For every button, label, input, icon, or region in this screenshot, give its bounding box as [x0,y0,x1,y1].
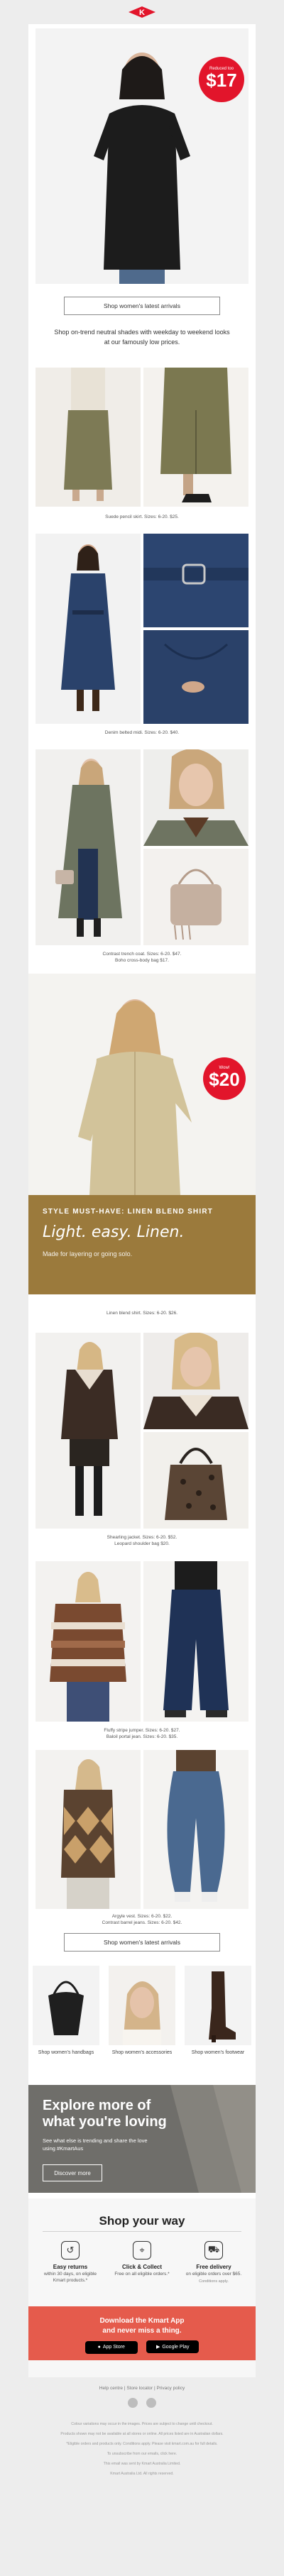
category-label: Shop women's handbags [38,2050,94,2055]
footer-links[interactable]: Help centre | Store locator | Privacy po… [0,2386,284,2391]
divider [43,2231,241,2232]
linen-kicker: STYLE MUST-HAVE: LINEN BLEND SHIRT [43,1208,214,1216]
skirt-caption: Suede pencil skirt. Sizes: 6-20. $25. [105,514,179,519]
trench-image-bag[interactable] [143,849,248,945]
shop-your-way-title: Shop your way [99,2214,185,2228]
kmart-logo[interactable]: K [126,4,158,20]
accessories-image [109,1966,175,2045]
midi-image-belt[interactable] [143,534,248,627]
email-page: K Reduced too $17 Shop women's latest ar… [0,0,284,2576]
leopard-bag-image[interactable] [143,1432,248,1529]
product-skirt-section: Suede pencil skirt. Sizes: 6-20. $25. [28,363,256,529]
google-play-button[interactable]: ▶ Google Play [146,2340,200,2353]
jumper-image-full[interactable] [36,1561,141,1722]
truck-icon: ⛟ [204,2241,223,2259]
shearling-image-closeup[interactable] [143,1333,248,1429]
trench-caption: Contrast trench coat. Sizes: 6-20. $47. … [102,952,182,964]
explore-description: See what else is trending and share the … [43,2137,148,2152]
trench-image-full[interactable] [36,749,141,945]
midi-caption: Denim belted midi. Sizes: 6-20. $40. [104,730,180,735]
service-free-delivery[interactable]: ⛟ Free delivery on eligible orders over … [182,2241,246,2284]
linen-headline: Light. easy. Linen. [43,1223,185,1241]
category-label: Shop women's accessories [111,2050,173,2055]
category-label: Shop women's footwear [191,2050,245,2055]
skirt-image-full[interactable] [36,368,141,507]
linen-description: Made for layering or going solo. [43,1250,133,1257]
service-easy-returns[interactable]: ↺ Easy returns within 30 days, on eligib… [38,2241,102,2284]
product-jumper-section: Fluffy stripe jumper. Sizes: 6-20. $27. … [28,1557,256,1746]
app-store-button[interactable]: ● App Store [84,2340,138,2354]
footer: Help centre | Store locator | Privacy po… [0,2386,284,2477]
reduced-price-badge: Reduced too $17 [199,57,244,102]
category-accessories[interactable]: Shop women's accessories [109,1966,175,2056]
linen-feature-section: Wow! $20 STYLE MUST-HAVE: LINEN BLEND SH… [28,974,256,1328]
product-trench-section: Contrast trench coat. Sizes: 6-20. $47. … [28,745,256,974]
trench-image-closeup[interactable] [143,749,248,846]
handbag-image [33,1966,99,2045]
product-shearling-section: Shearling jacket. Sizes: 6-20. $52. Leop… [28,1328,256,1557]
shop-latest-arrivals-button-2[interactable]: Shop women's latest arrivals [64,1933,220,1952]
app-download-banner: Download the Kmart App and never miss a … [28,2306,256,2360]
jean-image-full[interactable] [143,1561,248,1722]
service-click-collect[interactable]: ⌖ Click & Collect Free on all eligible o… [110,2241,174,2278]
product-argyle-section: Argyle vest. Sizes: 6-20. $22. Contrast … [28,1746,256,1959]
facebook-icon[interactable] [127,2398,138,2408]
discover-more-button[interactable]: Discover more [43,2164,102,2181]
apple-icon: ● [97,2345,101,2350]
play-icon: ▶ [155,2345,160,2350]
svg-text:K: K [139,9,145,17]
explore-banner: Explore more of what you're loving See w… [28,2085,256,2193]
returns-icon: ↺ [61,2241,80,2259]
skirt-image-detail[interactable] [143,368,248,507]
shearling-image-full[interactable] [36,1333,141,1529]
footwear-image [185,1966,251,2045]
linen-price-badge: Wow! $20 [203,1057,246,1100]
explore-title: Explore more of what you're loving [43,2098,167,2130]
social-icons [0,2398,284,2411]
shop-latest-arrivals-button[interactable]: Shop women's latest arrivals [64,297,220,315]
hero-section: Reduced too $17 Shop women's latest arri… [28,24,256,363]
categories-section: Shop women's handbags Shop women's acces… [28,1959,256,2079]
category-handbags[interactable]: Shop women's handbags [33,1966,99,2056]
midi-image-pocket[interactable] [143,630,248,724]
click-collect-icon: ⌖ [133,2241,151,2259]
email-header: K [0,0,284,24]
category-footwear[interactable]: Shop women's footwear [185,1966,251,2056]
footer-fine-print: Colour variations may occur in the image… [36,2421,248,2477]
shop-your-way-section: Shop your way ↺ Easy returns within 30 d… [28,2198,256,2377]
app-title-line2: and never miss a thing. [102,2327,182,2335]
unsubscribe-link[interactable]: To unsubscribe from our emails, click he… [36,2451,248,2457]
app-title-line1: Download the Kmart App [99,2317,185,2325]
argyle-caption: Argyle vest. Sizes: 6-20. $22. Contrast … [102,1914,182,1926]
linen-banner[interactable]: STYLE MUST-HAVE: LINEN BLEND SHIRT Light… [28,1195,256,1294]
jumper-caption: Fluffy stripe jumper. Sizes: 6-20. $27. … [104,1728,180,1740]
barrel-jean-image[interactable] [143,1750,248,1909]
explore-section: Explore more of what you're loving See w… [28,2079,256,2198]
shearling-caption: Shearling jacket. Sizes: 6-20. $52. Leop… [106,1535,178,1547]
argyle-image-full[interactable] [36,1750,141,1909]
hero-tagline: Shop on-trend neutral shades with weekda… [54,329,230,346]
linen-caption: Linen blend shirt. Sizes: 6-20. $26. [106,1311,178,1316]
product-midi-section: Denim belted midi. Sizes: 6-20. $40. [28,529,256,745]
instagram-icon[interactable] [146,2398,157,2408]
midi-image-full[interactable] [36,534,141,724]
